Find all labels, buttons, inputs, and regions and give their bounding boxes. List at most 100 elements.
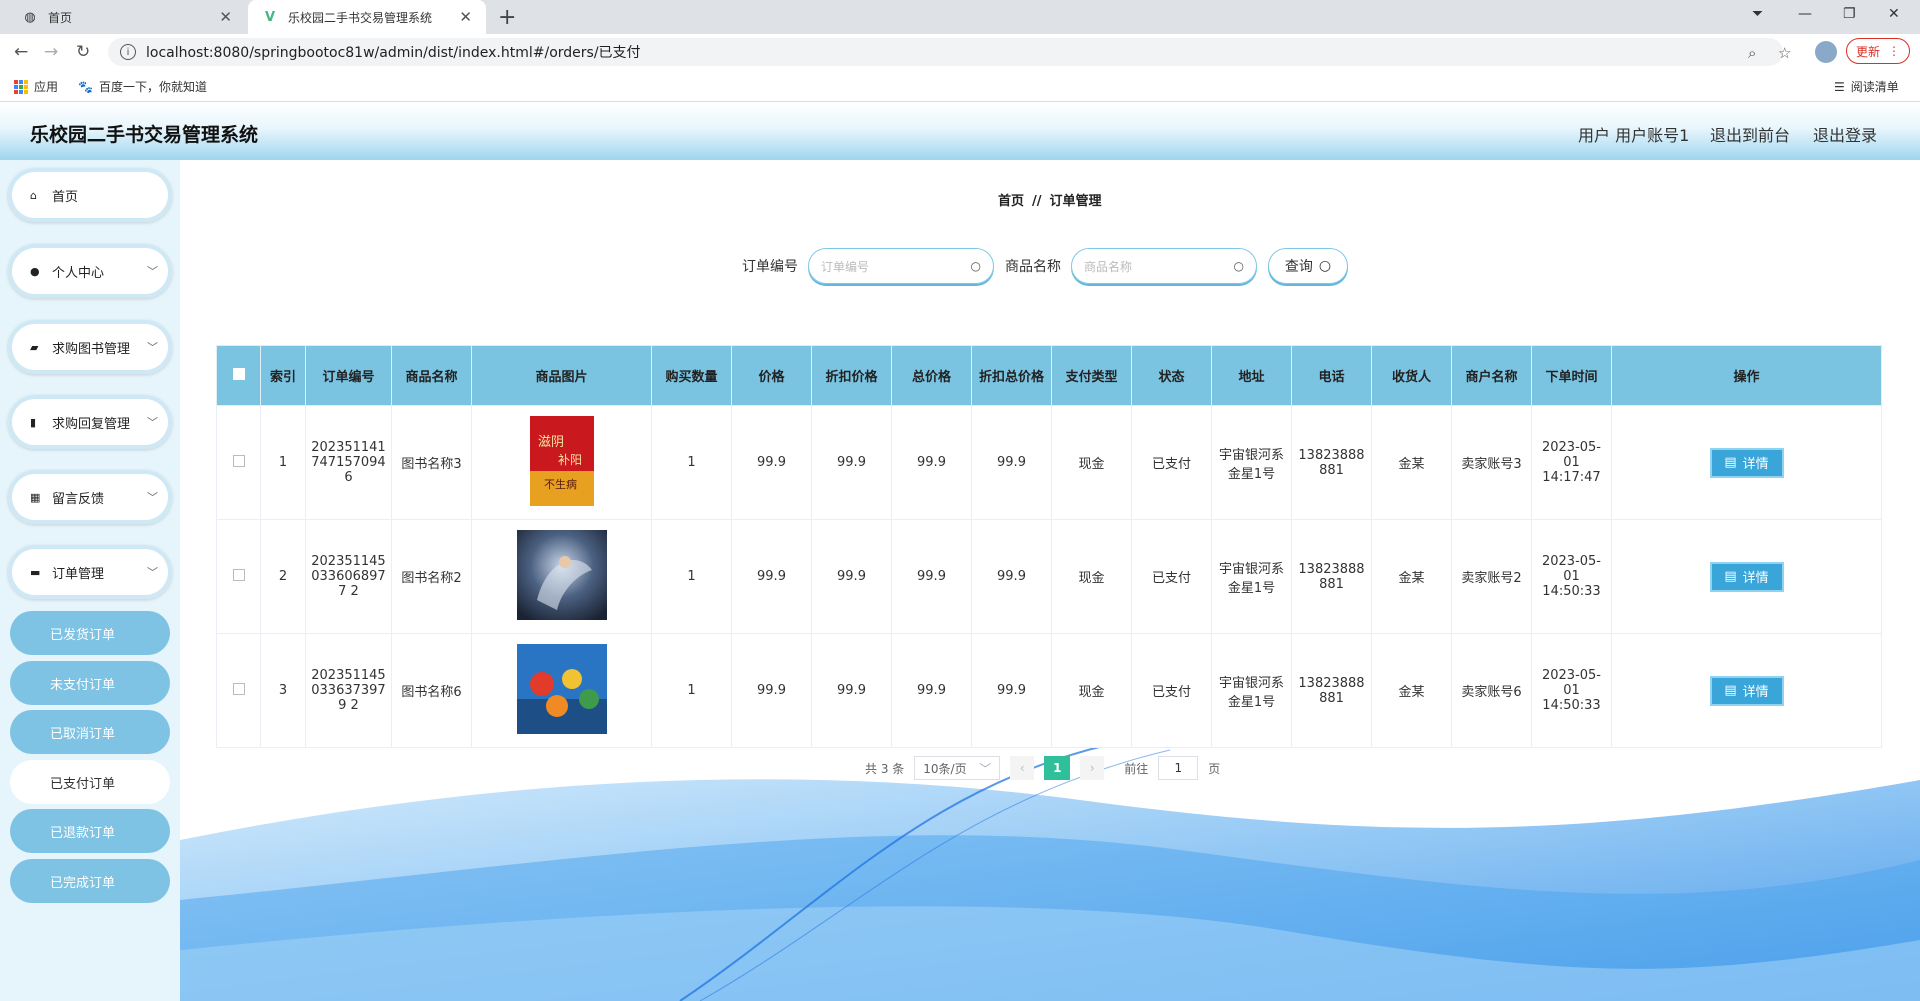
table-header-row: 索引 订单编号 商品名称 商品图片 购买数量 价格 折扣价格 总价格 折扣总价格…: [216, 345, 1882, 406]
url-input[interactable]: i localhost:8080/springbootoc81w/admin/d…: [108, 38, 1791, 66]
cell-qty: 1: [651, 519, 732, 634]
cell-phone: 13823888881: [1291, 633, 1372, 748]
breadcrumb-home[interactable]: 首页: [998, 194, 1024, 209]
cell-index: 1: [260, 405, 306, 520]
prev-page-button[interactable]: ‹: [1010, 756, 1035, 780]
logout-link[interactable]: 退出登录: [1813, 122, 1877, 146]
tab-title: 乐校园二手书交易管理系统: [288, 10, 433, 25]
col-merchant: 商户名称: [1451, 345, 1532, 406]
sub-item-completed[interactable]: 已完成订单: [10, 859, 170, 903]
chevron-down-icon: ﹀: [147, 341, 158, 354]
sidebar-item-personal[interactable]: ● 个人中心 ﹀: [8, 244, 172, 298]
cell-phone: 13823888881: [1291, 405, 1372, 520]
cell-order-no: 2023511417471570946: [305, 405, 392, 520]
user-icon: ●: [30, 264, 40, 278]
cell-discount-price: 99.9: [811, 405, 892, 520]
sidebar-item-feedback[interactable]: ▦ 留言反馈 ﹀: [8, 470, 172, 524]
update-button[interactable]: 更新 ⋮: [1846, 38, 1910, 64]
sidebar-item-orders[interactable]: ▬ 订单管理 ﹀: [8, 545, 172, 599]
col-total: 总价格: [891, 345, 972, 406]
reading-list-label: 阅读清单: [1850, 80, 1899, 94]
search-goods-group: 商品名称 商品名称 ○: [1005, 248, 1257, 284]
back-icon[interactable]: ←: [14, 42, 28, 62]
sidebar-item-label: 求购图书管理: [52, 341, 131, 357]
svg-text:补阳: 补阳: [558, 453, 582, 467]
cell-status: 已支付: [1131, 519, 1212, 634]
browser-tab-app[interactable]: V 乐校园二手书交易管理系统 ✕: [248, 0, 486, 34]
cell-receiver: 金某: [1371, 405, 1452, 520]
detail-button[interactable]: ▤ 详情: [1709, 675, 1784, 706]
document-icon: ▤: [1724, 455, 1737, 470]
cell-price: 99.9: [731, 519, 812, 634]
close-icon[interactable]: ✕: [459, 8, 472, 26]
goto-page-input[interactable]: 1: [1158, 756, 1199, 780]
url-text: localhost:8080/springbootoc81w/admin/dis…: [146, 45, 641, 61]
sidebar-item-home[interactable]: ⌂ 首页: [8, 168, 172, 222]
back-to-front-link[interactable]: 退出到前台: [1710, 122, 1790, 146]
detail-label: 详情: [1742, 571, 1769, 586]
query-button[interactable]: 查询 ○: [1268, 248, 1348, 284]
table-row: 3 2023511450336373979 2 图书名称6 1 99.9 99.…: [216, 633, 1882, 748]
document-icon: ▤: [1724, 569, 1737, 584]
select-all-checkbox[interactable]: [232, 367, 245, 380]
app-title: 乐校园二手书交易管理系统: [30, 124, 259, 146]
bookmark-baidu[interactable]: 🐾 百度一下，你就知道: [78, 78, 207, 95]
reload-icon[interactable]: ↻: [76, 42, 90, 62]
app-header: 乐校园二手书交易管理系统 用户 用户账号1 退出到前台 退出登录: [0, 102, 1920, 160]
info-icon[interactable]: i: [120, 44, 136, 60]
home-icon: ⌂: [30, 188, 37, 202]
cell-merchant: 卖家账号3: [1451, 405, 1532, 520]
cell-order-no: 2023511450336068977 2: [305, 519, 392, 634]
cell-status: 已支付: [1131, 405, 1212, 520]
row-checkbox[interactable]: [232, 568, 245, 581]
sidebar-item-buy-books[interactable]: ▰ 求购图书管理 ﹀: [8, 320, 172, 374]
close-icon[interactable]: ✕: [219, 8, 232, 26]
minimize-icon[interactable]: —: [1798, 6, 1812, 22]
forward-icon[interactable]: →: [44, 42, 58, 62]
cell-goods-name: 图书名称6: [391, 633, 472, 748]
page-size-select[interactable]: 10条/页 ﹀: [914, 756, 1001, 780]
goto-label: 前往: [1124, 761, 1149, 776]
sub-item-paid[interactable]: 已支付订单: [10, 760, 170, 804]
cell-goods-image: [471, 519, 652, 634]
next-page-button[interactable]: ›: [1080, 756, 1105, 780]
restore-icon[interactable]: ❐: [1843, 6, 1856, 22]
detail-button[interactable]: ▤ 详情: [1709, 561, 1784, 592]
col-goods-name: 商品名称: [391, 345, 472, 406]
sub-item-refunded[interactable]: 已退款订单: [10, 809, 170, 853]
reading-list[interactable]: ☰ 阅读清单: [1834, 78, 1899, 95]
profile-avatar[interactable]: [1815, 41, 1837, 63]
goods-name-input[interactable]: 商品名称 ○: [1071, 248, 1257, 284]
cell-time: 2023-05-01 14:50:33: [1531, 633, 1612, 748]
cell-price: 99.9: [731, 633, 812, 748]
tab-search-icon[interactable]: ⏷: [1752, 6, 1763, 22]
orders-table: 索引 订单编号 商品名称 商品图片 购买数量 价格 折扣价格 总价格 折扣总价格…: [216, 345, 1882, 748]
zoom-icon[interactable]: ⌕: [1748, 44, 1756, 62]
sidebar-item-buy-replies[interactable]: ▮ 求购回复管理 ﹀: [8, 395, 172, 449]
current-page[interactable]: 1: [1044, 756, 1071, 780]
cell-time: 2023-05-01 14:17:47: [1531, 405, 1612, 520]
cell-goods-image: [471, 633, 652, 748]
sidebar-item-label: 订单管理: [52, 566, 105, 582]
sub-item-unpaid[interactable]: 未支付订单: [10, 661, 170, 705]
breadcrumb-current: 订单管理: [1049, 194, 1102, 209]
detail-button[interactable]: ▤ 详情: [1709, 447, 1784, 478]
bookmark-apps[interactable]: 应用: [14, 78, 58, 95]
browser-tab-home[interactable]: ◍ 首页 ✕: [8, 0, 246, 34]
new-tab-icon[interactable]: +: [498, 5, 516, 30]
more-icon: ⋮: [1888, 44, 1900, 58]
row-checkbox[interactable]: [232, 682, 245, 695]
order-no-input[interactable]: 订单编号 ○: [808, 248, 994, 284]
update-label: 更新: [1855, 44, 1880, 59]
order-no-label: 订单编号: [742, 259, 798, 275]
sub-item-shipped[interactable]: 已发货订单: [10, 611, 170, 655]
grid-icon: ▦: [30, 490, 41, 504]
row-checkbox[interactable]: [232, 454, 245, 467]
order-icon: ▬: [30, 565, 41, 579]
sub-item-cancelled[interactable]: 已取消订单: [10, 710, 170, 754]
bookmark-star-icon[interactable]: ☆: [1778, 44, 1791, 62]
cell-receiver: 金某: [1371, 633, 1452, 748]
window-close-icon[interactable]: ✕: [1888, 6, 1900, 22]
cell-discount-total: 99.9: [971, 519, 1052, 634]
vue-logo-icon: V: [264, 9, 276, 25]
